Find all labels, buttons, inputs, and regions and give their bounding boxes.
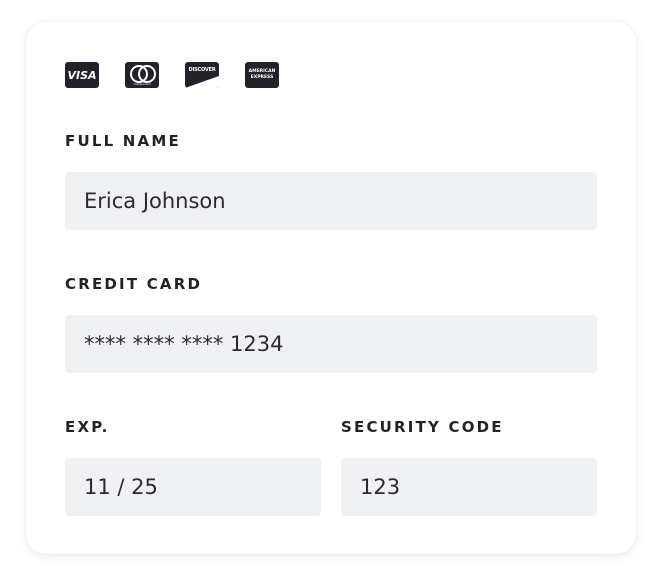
- security-code-field[interactable]: 123: [341, 458, 597, 516]
- amex-logo-text-line1: AMERICAN: [248, 69, 276, 74]
- full-name-label: FULL NAME: [65, 132, 181, 150]
- credit-card-field[interactable]: **** **** **** 1234: [65, 315, 597, 373]
- exp-field[interactable]: 11 / 25: [65, 458, 321, 516]
- credit-card-label: CREDIT CARD: [65, 275, 203, 293]
- full-name-field[interactable]: Erica Johnson: [65, 172, 597, 230]
- amex-icon: AMERICAN EXPRESS: [245, 62, 279, 88]
- visa-logo-text: VISA: [67, 68, 97, 82]
- security-code-label: SECURITY CODE: [341, 418, 504, 436]
- mastercard-logo-text: mastercard: [133, 82, 151, 86]
- discover-icon: DISCOVER: [185, 62, 219, 88]
- amex-logo-text-line2: EXPRESS: [250, 75, 274, 80]
- card-brand-logos: VISA mastercard DISCOVER AMERICAN EXPRES…: [65, 62, 279, 88]
- payment-card-form: VISA mastercard DISCOVER AMERICAN EXPRES…: [26, 22, 636, 554]
- mastercard-icon: mastercard: [125, 62, 159, 88]
- discover-logo-text: DISCOVER: [188, 67, 216, 73]
- visa-icon: VISA: [65, 62, 99, 88]
- exp-label: EXP.: [65, 418, 110, 436]
